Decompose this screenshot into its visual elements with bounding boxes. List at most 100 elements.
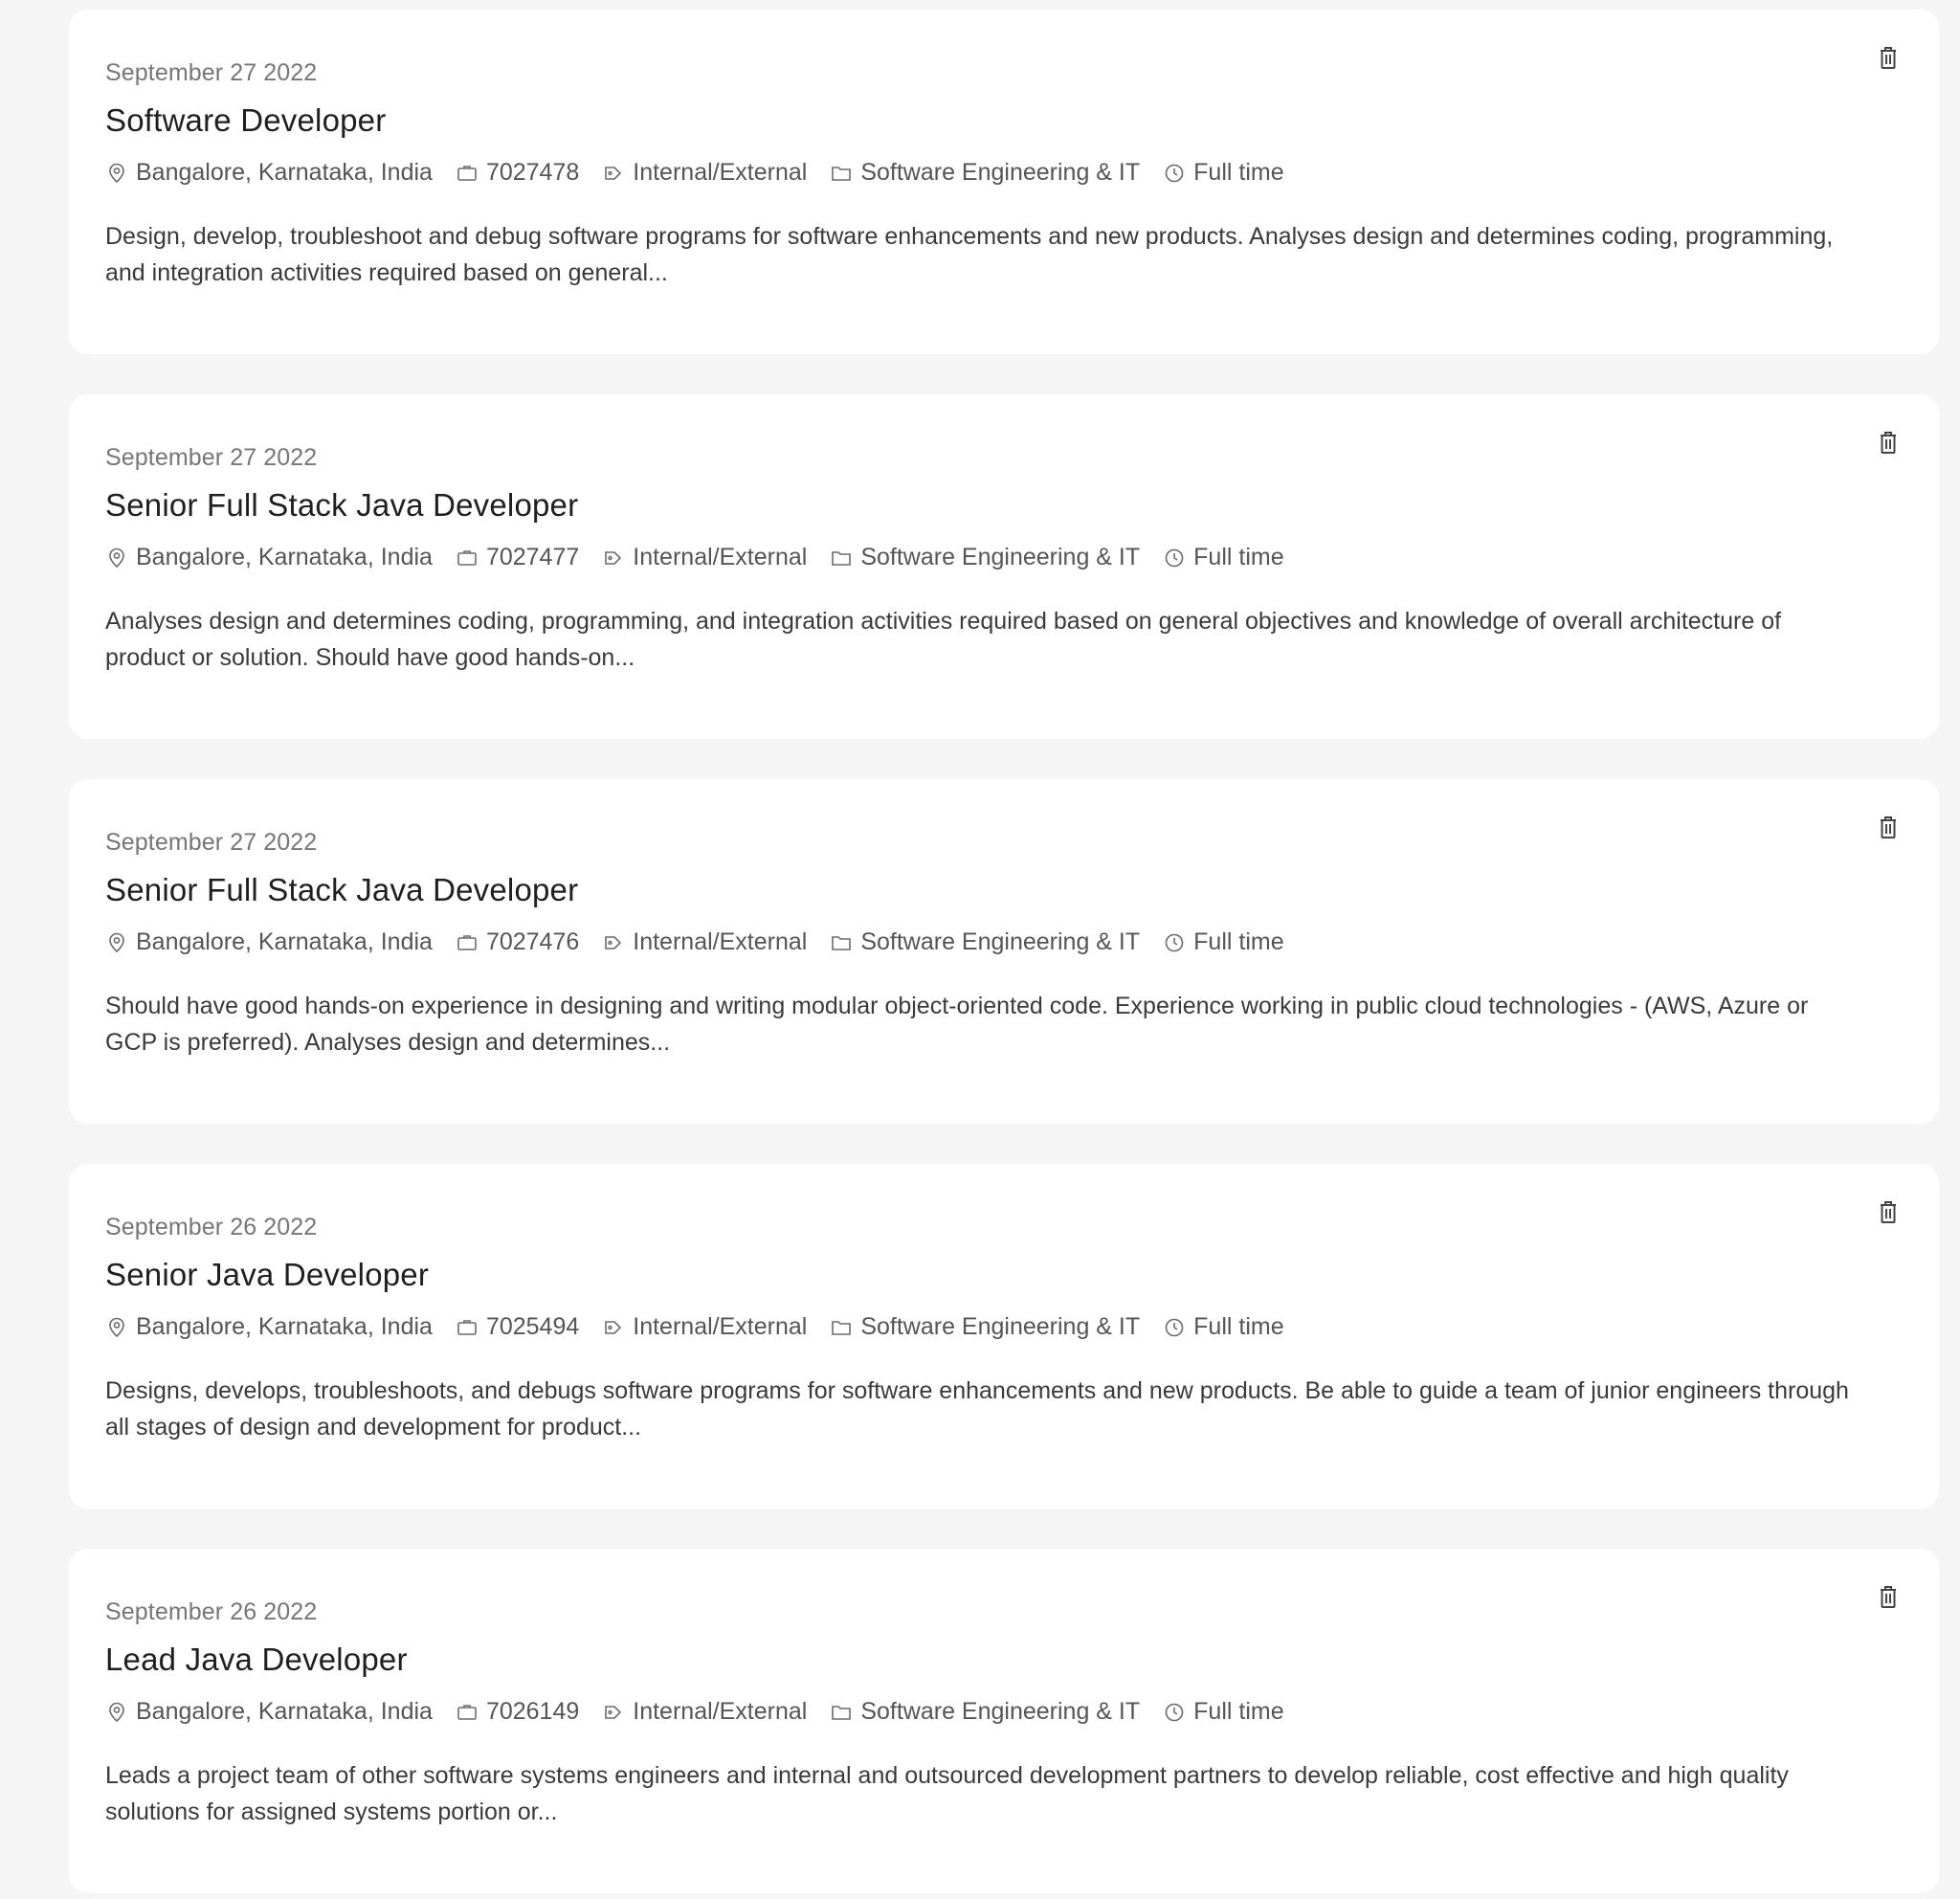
job-category: Software Engineering & IT (830, 1698, 1140, 1726)
clock-icon (1165, 933, 1184, 951)
delete-button[interactable] (1872, 42, 1904, 75)
job-location-label: Bangalore, Karnataka, India (136, 1313, 433, 1340)
job-employment-type: Full time (1163, 1698, 1284, 1726)
briefcase-icon (457, 1704, 477, 1720)
job-category: Software Engineering & IT (830, 159, 1140, 187)
job-id-label: 7025494 (485, 1313, 580, 1340)
tag-icon (605, 935, 622, 950)
job-location: Bangalore, Karnataka, India (105, 159, 433, 187)
clock-icon (1165, 164, 1184, 182)
job-id: 7027476 (456, 928, 579, 956)
job-date: September 27 2022 (105, 829, 318, 856)
job-title[interactable]: Senior Full Stack Java Developer (105, 487, 578, 524)
job-id: 7027478 (456, 159, 579, 187)
job-posting-type-label: Internal/External (633, 159, 808, 186)
job-posting-type: Internal/External (602, 1313, 807, 1341)
location-pin-icon (109, 932, 124, 952)
job-category-label: Software Engineering & IT (860, 1698, 1141, 1725)
job-location: Bangalore, Karnataka, India (105, 544, 433, 571)
job-title[interactable]: Lead Java Developer (105, 1642, 408, 1678)
job-posting-type-label: Internal/External (633, 1313, 808, 1340)
job-category: Software Engineering & IT (830, 544, 1140, 571)
tag-icon (605, 1320, 622, 1334)
job-posting-type-label: Internal/External (633, 928, 808, 955)
job-meta: Bangalore, Karnataka, India 7025494 Inte… (105, 1313, 1307, 1341)
job-location-label: Bangalore, Karnataka, India (136, 159, 433, 186)
job-category-label: Software Engineering & IT (860, 1313, 1141, 1340)
job-employment-type-label: Full time (1193, 159, 1284, 186)
job-description: Design, develop, troubleshoot and debug … (105, 223, 1834, 286)
trash-icon (1881, 816, 1896, 838)
location-pin-icon (109, 163, 124, 183)
job-date: September 26 2022 (105, 1598, 318, 1625)
trash-icon (1881, 1201, 1896, 1223)
delete-button[interactable] (1872, 812, 1904, 844)
trash-icon (1881, 1586, 1896, 1608)
briefcase-icon (457, 934, 477, 950)
job-posting-type: Internal/External (602, 159, 807, 187)
job-location: Bangalore, Karnataka, India (105, 1313, 433, 1341)
clock-icon (1165, 1703, 1184, 1721)
delete-button[interactable] (1872, 427, 1904, 459)
job-description: Designs, develops, troubleshoots, and de… (105, 1377, 1849, 1441)
job-location-label: Bangalore, Karnataka, India (136, 1698, 433, 1725)
job-employment-type-label: Full time (1193, 544, 1284, 570)
tag-icon (605, 166, 622, 180)
job-employment-type: Full time (1163, 928, 1284, 956)
job-title[interactable]: Senior Java Developer (105, 1257, 429, 1293)
job-posting-type: Internal/External (602, 544, 807, 571)
job-description: Leads a project team of other software s… (105, 1762, 1789, 1825)
job-meta: Bangalore, Karnataka, India 7027477 Inte… (105, 544, 1307, 571)
job-description: Analyses design and determines coding, p… (105, 608, 1782, 671)
job-id: 7027477 (456, 544, 579, 571)
job-title[interactable]: Software Developer (105, 102, 386, 139)
job-category: Software Engineering & IT (830, 928, 1140, 956)
job-category: Software Engineering & IT (830, 1313, 1140, 1341)
folder-icon (832, 1705, 852, 1720)
job-employment-type-label: Full time (1193, 1698, 1284, 1725)
job-employment-type: Full time (1163, 544, 1284, 571)
job-posting-type: Internal/External (602, 1698, 807, 1726)
job-employment-type: Full time (1163, 159, 1284, 187)
tag-icon (605, 550, 622, 565)
briefcase-icon (457, 549, 477, 566)
job-location: Bangalore, Karnataka, India (105, 1698, 433, 1726)
clock-icon (1165, 1318, 1184, 1336)
delete-button[interactable] (1872, 1196, 1904, 1229)
job-list: September 27 2022 Software Developer Ban… (0, 0, 1960, 1899)
job-id-label: 7027477 (485, 544, 580, 570)
job-employment-type: Full time (1163, 1313, 1284, 1341)
job-title[interactable]: Senior Full Stack Java Developer (105, 872, 578, 908)
job-date: September 27 2022 (105, 444, 318, 471)
job-meta: Bangalore, Karnataka, India 7027478 Inte… (105, 159, 1307, 187)
folder-icon (832, 1320, 852, 1335)
job-card[interactable]: September 26 2022 Senior Java Developer … (69, 1164, 1939, 1508)
job-card[interactable]: September 27 2022 Senior Full Stack Java… (69, 779, 1939, 1124)
job-card[interactable]: September 27 2022 Software Developer Ban… (69, 10, 1939, 354)
job-location: Bangalore, Karnataka, India (105, 928, 433, 956)
job-meta: Bangalore, Karnataka, India 7027476 Inte… (105, 928, 1307, 956)
trash-icon (1881, 432, 1896, 454)
job-category-label: Software Engineering & IT (860, 928, 1141, 955)
job-id-label: 7027476 (485, 928, 580, 955)
job-posting-type-label: Internal/External (633, 544, 808, 570)
folder-icon (832, 166, 852, 181)
delete-button[interactable] (1872, 1581, 1904, 1614)
folder-icon (832, 550, 852, 566)
job-employment-type-label: Full time (1193, 1313, 1284, 1340)
job-employment-type-label: Full time (1193, 928, 1284, 955)
location-pin-icon (109, 1317, 124, 1337)
job-id: 7026149 (456, 1698, 579, 1726)
job-meta: Bangalore, Karnataka, India 7026149 Inte… (105, 1698, 1307, 1726)
job-card[interactable]: September 27 2022 Senior Full Stack Java… (69, 394, 1939, 739)
job-category-label: Software Engineering & IT (860, 544, 1141, 570)
briefcase-icon (457, 1319, 477, 1335)
job-posting-type-label: Internal/External (633, 1698, 808, 1725)
clock-icon (1165, 548, 1184, 567)
location-pin-icon (109, 1702, 124, 1722)
job-category-label: Software Engineering & IT (860, 159, 1141, 186)
job-description: Should have good hands-on experience in … (105, 993, 1809, 1056)
briefcase-icon (457, 165, 477, 181)
job-id-label: 7026149 (485, 1698, 580, 1725)
job-card[interactable]: September 26 2022 Lead Java Developer Ba… (69, 1549, 1939, 1893)
